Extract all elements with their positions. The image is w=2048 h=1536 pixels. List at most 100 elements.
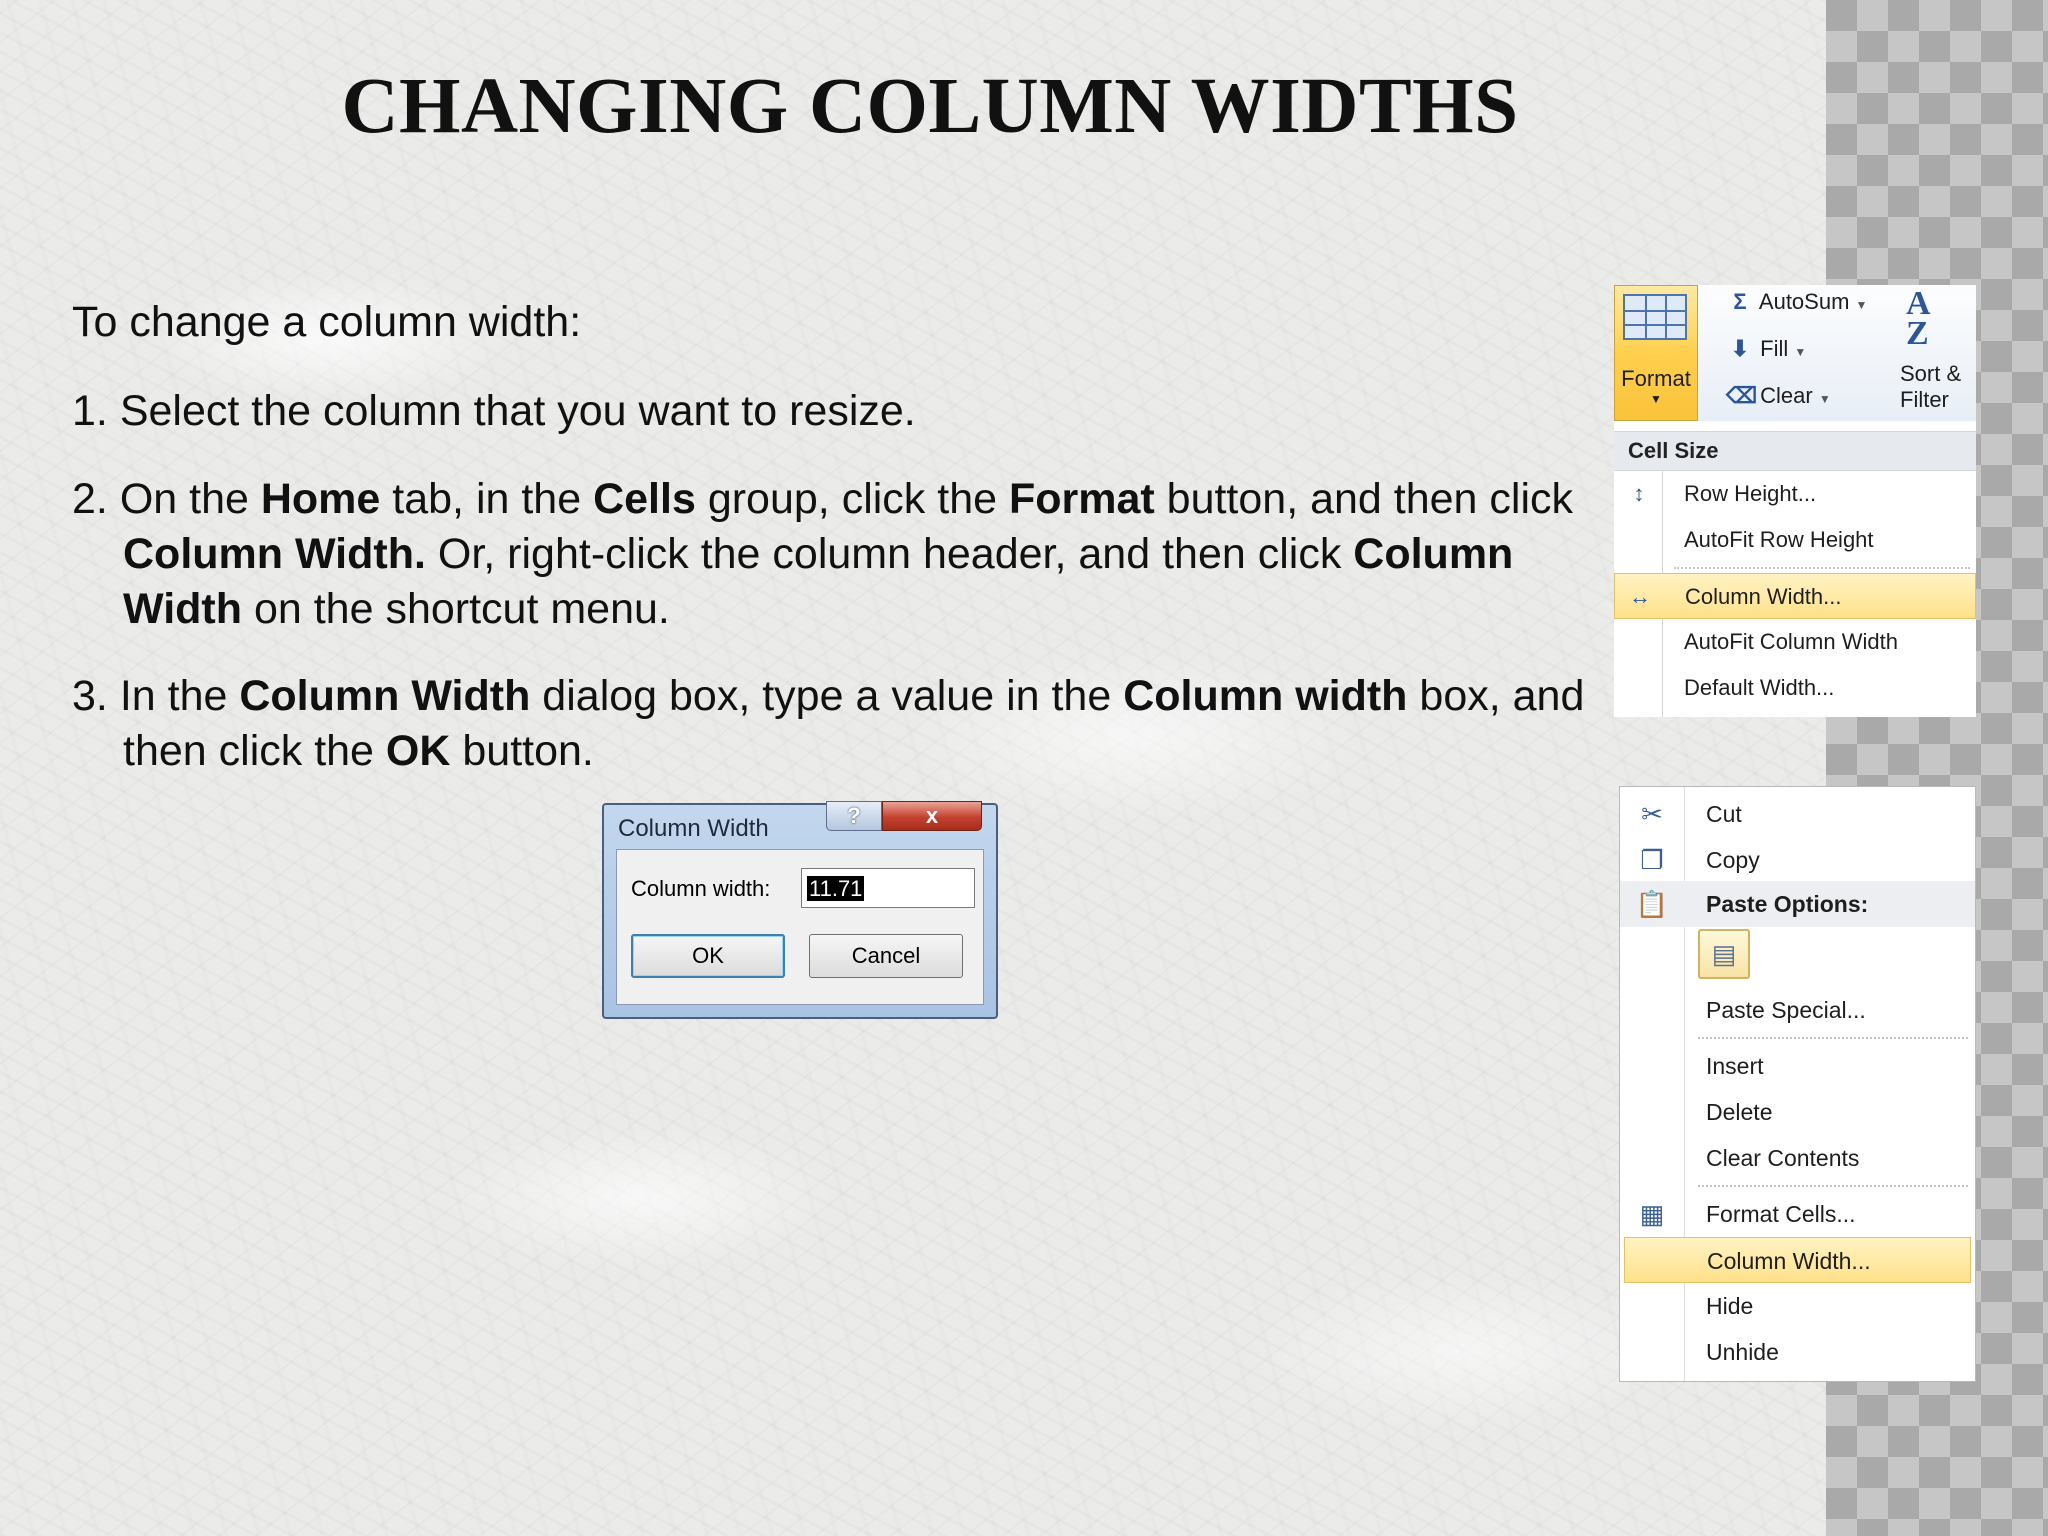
cancel-button[interactable]: Cancel <box>809 934 963 978</box>
step-bold: Cells <box>593 475 696 523</box>
column-width-input[interactable]: 11.71 <box>801 868 975 908</box>
menu-item-row-height[interactable]: ↕ Row Height... <box>1614 471 1976 517</box>
menu-item-label: Paste Options: <box>1706 891 1869 917</box>
menu-item-label: Row Height... <box>1684 481 1817 506</box>
eraser-icon: ⌫ <box>1726 383 1758 408</box>
step-text: on the shortcut menu. <box>242 585 670 633</box>
context-menu: ✂ Cut ❐ Copy 📋 Paste Options: ▤ Paste Sp… <box>1619 786 1976 1382</box>
format-grid-icon <box>1623 294 1687 340</box>
menu-item-label: Column Width... <box>1685 584 1842 609</box>
step-text: button. <box>450 727 594 775</box>
step-text: tab, in the <box>380 475 594 523</box>
menu-item-label: Paste Special... <box>1706 997 1866 1023</box>
copy-icon: ❐ <box>1640 845 1664 875</box>
menu-separator <box>1674 567 1970 569</box>
menu-item-column-width[interactable]: ↔ Column Width... <box>1614 573 1976 619</box>
autosum-button[interactable]: Σ AutoSum ▼ <box>1726 289 1867 319</box>
intro-line: To change a column width: <box>72 298 582 346</box>
dialog-title: Column Width <box>618 815 769 842</box>
ribbon-cells-editing: Format ▼ Σ AutoSum ▼ ⬇ Fill ▼ ⌫ Clear ▼ … <box>1614 285 1976 421</box>
column-width-icon: ↔ <box>1629 584 1651 609</box>
clear-button[interactable]: ⌫ Clear ▼ <box>1726 383 1831 413</box>
close-button[interactable]: x <box>882 801 982 831</box>
menu-item-label: Unhide <box>1706 1339 1779 1365</box>
sort-filter-label-1: Sort & <box>1900 361 1962 386</box>
step-2: 2. On the Home tab, in the Cells group, … <box>72 472 1592 637</box>
menu-item-autofit-row-height[interactable]: AutoFit Row Height <box>1614 517 1976 563</box>
ok-button[interactable]: OK <box>631 934 785 978</box>
cell-size-header: Cell Size <box>1614 431 1976 471</box>
menu-item-delete[interactable]: Delete <box>1620 1089 1975 1135</box>
dialog-body: Column width: 11.71 OK Cancel <box>616 849 984 1005</box>
step-1: 1. Select the column that you want to re… <box>72 384 1592 439</box>
menu-item-label: Hide <box>1706 1293 1754 1319</box>
fill-label: Fill <box>1760 336 1789 361</box>
intro-text: To change a column width: <box>72 295 1592 350</box>
step-bold: OK <box>385 727 451 775</box>
menu-item-label: Default Width... <box>1684 675 1835 700</box>
step-text: Or, right-click the column header, and t… <box>425 530 1354 578</box>
chevron-down-icon: ▼ <box>1855 298 1868 312</box>
scissors-icon: ✂ <box>1641 799 1663 829</box>
menu-item-label: Delete <box>1706 1099 1773 1125</box>
menu-item-paste-special[interactable]: Paste Special... <box>1620 987 1975 1033</box>
paste-icon[interactable]: ▤ <box>1698 929 1750 979</box>
format-button[interactable]: Format ▼ <box>1614 285 1698 421</box>
step-text: group, click the <box>695 475 1009 523</box>
menu-item-label: AutoFit Row Height <box>1684 527 1874 552</box>
step-bold: Format <box>1008 475 1155 523</box>
slide-title: CHANGING COLUMN WIDTHS <box>341 63 1519 150</box>
column-width-label: Column width: <box>631 876 771 901</box>
column-width-value: 11.71 <box>807 876 865 901</box>
menu-item-hide[interactable]: Hide <box>1620 1283 1975 1329</box>
menu-separator <box>1698 1037 1968 1039</box>
menu-item-clear-contents[interactable]: Clear Contents <box>1620 1135 1975 1181</box>
step-text: On the <box>119 475 261 523</box>
menu-item-label: AutoFit Column Width <box>1684 629 1898 654</box>
format-label: Format <box>1621 366 1691 391</box>
sort-filter-button[interactable]: Sort & Filter <box>1900 361 1961 413</box>
step-bold: Column Width. <box>123 530 426 578</box>
menu-item-autofit-column-width[interactable]: AutoFit Column Width <box>1614 619 1976 665</box>
menu-item-insert[interactable]: Insert <box>1620 1043 1975 1089</box>
sort-filter-icon[interactable]: AZ <box>1906 287 1931 351</box>
ribbon-format-menu: Format ▼ Σ AutoSum ▼ ⬇ Fill ▼ ⌫ Clear ▼ … <box>1614 285 1976 717</box>
step-text: button, and then click <box>1154 475 1574 523</box>
sort-filter-label-2: Filter <box>1900 387 1949 412</box>
menu-item-copy[interactable]: ❐ Copy <box>1620 837 1975 883</box>
sigma-icon: Σ <box>1733 289 1747 314</box>
step-number: 3. <box>72 672 108 720</box>
chevron-down-icon: ▼ <box>1650 392 1662 406</box>
menu-item-label: Cut <box>1706 801 1742 827</box>
row-height-icon: ↕ <box>1633 481 1645 506</box>
menu-item-default-width[interactable]: Default Width... <box>1614 665 1976 711</box>
step-bold: Column width <box>1123 672 1408 720</box>
step-3: 3. In the Column Width dialog box, type … <box>72 669 1592 779</box>
clipboard-icon: 📋 <box>1635 889 1669 919</box>
clear-label: Clear <box>1760 383 1813 408</box>
menu-item-cut[interactable]: ✂ Cut <box>1620 791 1975 837</box>
step-text: Select the column that you want to resiz… <box>119 387 916 435</box>
column-width-dialog: Column Width ? x Column width: 11.71 OK … <box>602 801 998 1019</box>
step-text: In the <box>119 672 240 720</box>
menu-header-paste-options: 📋 Paste Options: <box>1620 881 1975 927</box>
menu-item-column-width[interactable]: Column Width... <box>1624 1237 1971 1283</box>
menu-item-label: Clear Contents <box>1706 1145 1860 1171</box>
menu-separator <box>1698 1185 1968 1187</box>
menu-item-label: Insert <box>1706 1053 1764 1079</box>
step-bold: Column Width <box>239 672 531 720</box>
chevron-down-icon: ▼ <box>1818 392 1831 406</box>
fill-down-icon: ⬇ <box>1730 336 1750 361</box>
fill-button[interactable]: ⬇ Fill ▼ <box>1726 336 1806 366</box>
step-text: dialog box, type a value in the <box>530 672 1124 720</box>
menu-item-label: Format Cells... <box>1706 1201 1856 1227</box>
menu-item-label: Column Width... <box>1707 1248 1871 1274</box>
format-cells-icon: ▦ <box>1639 1199 1665 1229</box>
step-bold: Home <box>260 475 381 523</box>
step-number: 1. <box>72 387 108 435</box>
help-button[interactable]: ? <box>826 801 882 831</box>
menu-item-unhide[interactable]: Unhide <box>1620 1329 1975 1375</box>
autosum-label: AutoSum <box>1758 289 1850 314</box>
chevron-down-icon: ▼ <box>1794 345 1807 359</box>
menu-item-format-cells[interactable]: ▦ Format Cells... <box>1620 1191 1975 1237</box>
